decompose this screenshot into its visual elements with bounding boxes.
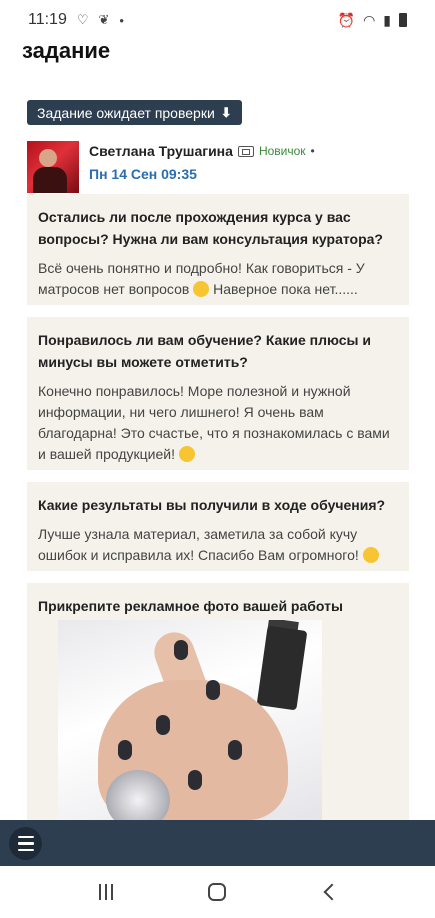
task-status-button[interactable]: Задание ожидает проверки ⬇ [27,100,242,125]
nail-photo[interactable] [58,620,322,825]
nail-shape [118,740,132,760]
watch-shape [106,770,170,825]
footer-bar [0,820,435,866]
question-text: Прикрепите рекламное фото вашей работы [38,598,343,614]
page-title: задание [22,38,111,63]
answer-text: Всё очень понятно и подробно! Как говори… [38,258,398,300]
answer-text-part: Наверное пока нет...... [213,281,358,297]
status-right: ⏰ ◠ ▮ [338,12,407,29]
menu-button[interactable] [9,827,42,860]
home-button[interactable] [197,872,237,912]
status-bar: 11:19 ♡ ❦ • ⏰ ◠ ▮ [0,0,435,40]
grinning-emoji-icon [193,281,210,297]
author-block: Светлана Трушагина Новичок • Пн 14 Сен 0… [27,141,315,193]
author-separator: • [310,144,315,158]
nail-shape [206,680,220,700]
back-button[interactable] [309,872,349,912]
qa-card: Понравилось ли вам обучение? Какие плюсы… [27,317,409,470]
answer-text: Лучше узнала материал, заметила за собой… [38,524,398,566]
status-left: 11:19 ♡ ❦ • [28,11,124,29]
avatar[interactable] [27,141,79,193]
nail-shape [174,640,188,660]
answer-text-part: Лучше узнала материал, заметила за собой… [38,526,359,563]
hamburger-icon [17,835,34,839]
recent-apps-icon [98,884,113,900]
arrow-down-icon: ⬇ [220,104,232,120]
hamburger-icon [17,848,34,852]
status-dot: • [119,12,124,28]
leaf-icon: ❦ [98,12,110,27]
qa-card: Остались ли после прохождения курса у ва… [27,194,409,305]
status-time: 11:19 [28,11,67,28]
bottle-shape [256,625,308,711]
back-icon [323,883,341,901]
question-text: Остались ли после прохождения курса у ва… [38,209,383,247]
post-date: Пн 14 Сен 09:35 [89,166,197,182]
system-nav-bar [0,866,435,918]
signal-icon: ▮ [383,11,391,28]
hamburger-icon [17,842,34,845]
nail-shape [188,770,202,790]
question-text: Понравилось ли вам обучение? Какие плюсы… [38,332,371,370]
battery-icon [399,13,407,27]
nail-shape [228,740,242,760]
wifi-icon: ◠ [363,11,376,28]
answer-text-part: Конечно понравилось! Море полезной и нуж… [38,383,390,462]
id-card-icon [237,145,254,157]
home-icon [208,883,227,901]
question-text: Какие результаты вы получили в ходе обуч… [38,497,386,513]
kiss-emoji-icon [362,547,379,563]
recent-apps-button[interactable] [86,872,126,912]
photo-card: Прикрепите рекламное фото вашей работы [27,583,409,825]
author-role: Новичок [258,144,306,158]
author-info: Светлана Трушагина Новичок • Пн 14 Сен 0… [89,141,315,193]
alarm-icon: ⏰ [337,11,356,28]
nail-shape [156,715,170,735]
task-status-label: Задание ожидает проверки [37,104,215,121]
author-name[interactable]: Светлана Трушагина [89,143,233,159]
author-line: Светлана Трушагина Новичок • [89,143,315,159]
qa-card: Какие результаты вы получили в ходе обуч… [27,482,409,571]
kiss-emoji-icon [178,446,195,462]
answer-text: Конечно понравилось! Море полезной и нуж… [38,381,398,465]
heart-outline-icon: ♡ [76,12,89,27]
